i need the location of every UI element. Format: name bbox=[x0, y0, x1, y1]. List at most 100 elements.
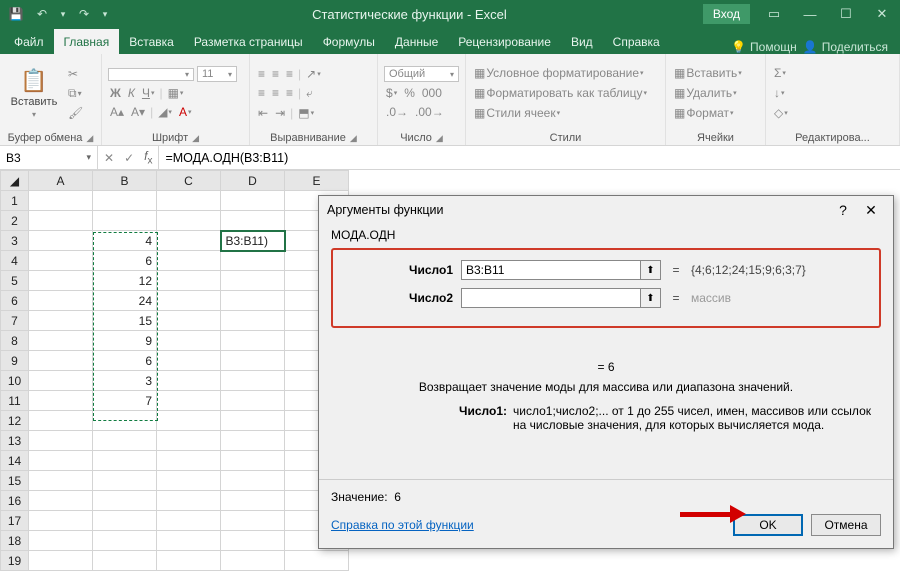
decrease-font-button[interactable]: A▾ bbox=[129, 104, 147, 120]
row-header[interactable]: 16 bbox=[1, 491, 29, 511]
orientation-button[interactable]: ↗▾ bbox=[304, 66, 323, 82]
name-box[interactable]: B3▾ bbox=[0, 146, 98, 169]
tab-formulas[interactable]: Формулы bbox=[313, 29, 385, 54]
arg2-input[interactable] bbox=[461, 288, 641, 308]
arg1-input[interactable] bbox=[461, 260, 641, 280]
cell[interactable]: 6 bbox=[93, 351, 157, 371]
col-header[interactable]: A bbox=[29, 171, 93, 191]
bold-button[interactable]: Ж bbox=[108, 85, 123, 101]
row-header[interactable]: 14 bbox=[1, 451, 29, 471]
chevron-down-icon[interactable]: ▾ bbox=[86, 152, 91, 163]
align-left-button[interactable]: ≡ bbox=[256, 85, 267, 101]
align-bottom-button[interactable]: ≡ bbox=[284, 66, 295, 82]
enter-formula-icon[interactable]: ✓ bbox=[124, 151, 134, 165]
dialog-help-button[interactable]: ? bbox=[829, 202, 857, 218]
number-launcher-icon[interactable]: ◢ bbox=[436, 133, 443, 144]
cell[interactable]: 4 bbox=[93, 231, 157, 251]
row-header[interactable]: 9 bbox=[1, 351, 29, 371]
autosum-button[interactable]: Σ▾ bbox=[772, 65, 790, 81]
fx-icon[interactable]: fx bbox=[144, 149, 152, 166]
comma-style-button[interactable]: 000 bbox=[420, 85, 444, 101]
cell[interactable]: 24 bbox=[93, 291, 157, 311]
font-color-button[interactable]: A▾ bbox=[177, 104, 194, 120]
select-all-corner[interactable]: ◢ bbox=[1, 171, 29, 191]
col-header[interactable]: D bbox=[221, 171, 285, 191]
decrease-indent-button[interactable]: ⇤ bbox=[256, 105, 270, 121]
tab-help[interactable]: Справка bbox=[603, 29, 670, 54]
row-header[interactable]: 11 bbox=[1, 391, 29, 411]
row-header[interactable]: 10 bbox=[1, 371, 29, 391]
row-header[interactable]: 18 bbox=[1, 531, 29, 551]
tab-data[interactable]: Данные bbox=[385, 29, 448, 54]
tab-review[interactable]: Рецензирование bbox=[448, 29, 561, 54]
paste-button[interactable]: 📋 Вставить ▾ bbox=[6, 68, 62, 119]
format-painter-button[interactable]: 🖌 bbox=[66, 105, 85, 121]
row-header[interactable]: 5 bbox=[1, 271, 29, 291]
cell[interactable]: 9 bbox=[93, 331, 157, 351]
close-button[interactable]: ✕ bbox=[864, 0, 900, 28]
row-header[interactable]: 19 bbox=[1, 551, 29, 571]
cut-button[interactable]: ✂ bbox=[66, 66, 85, 82]
save-icon[interactable]: 💾 bbox=[4, 2, 28, 26]
maximize-button[interactable]: ☐ bbox=[828, 0, 864, 28]
row-header[interactable]: 8 bbox=[1, 331, 29, 351]
font-size-combo[interactable]: 11▾ bbox=[197, 66, 237, 82]
active-cell[interactable]: B3:B11) bbox=[221, 231, 285, 251]
row-header[interactable]: 6 bbox=[1, 291, 29, 311]
minimize-button[interactable]: — bbox=[792, 0, 828, 28]
share-button[interactable]: 👤Поделиться bbox=[803, 40, 888, 54]
tab-file[interactable]: Файл bbox=[4, 29, 54, 54]
clipboard-launcher-icon[interactable]: ◢ bbox=[86, 133, 93, 144]
dialog-close-button[interactable]: ✕ bbox=[857, 202, 885, 219]
conditional-formatting-button[interactable]: ▦ Условное форматирование▾ bbox=[472, 65, 659, 81]
cancel-formula-icon[interactable]: ✕ bbox=[104, 151, 114, 165]
decrease-decimal-button[interactable]: .00→ bbox=[413, 104, 446, 120]
font-name-combo[interactable]: ▾ bbox=[108, 68, 194, 81]
function-help-link[interactable]: Справка по этой функции bbox=[331, 518, 474, 532]
row-header[interactable]: 7 bbox=[1, 311, 29, 331]
row-header[interactable]: 12 bbox=[1, 411, 29, 431]
qat-customize-icon[interactable]: ▾ bbox=[98, 2, 112, 26]
tab-page-layout[interactable]: Разметка страницы bbox=[184, 29, 313, 54]
redo-icon[interactable]: ↷ bbox=[72, 2, 96, 26]
col-header[interactable]: B bbox=[93, 171, 157, 191]
col-header[interactable]: E bbox=[285, 171, 349, 191]
cell[interactable]: 6 bbox=[93, 251, 157, 271]
increase-indent-button[interactable]: ⇥ bbox=[273, 105, 287, 121]
tab-home[interactable]: Главная bbox=[54, 29, 120, 54]
ribbon-options-icon[interactable]: ▭ bbox=[756, 0, 792, 28]
format-as-table-button[interactable]: ▦ Форматировать как таблицу▾ bbox=[472, 85, 659, 101]
align-middle-button[interactable]: ≡ bbox=[270, 66, 281, 82]
align-launcher-icon[interactable]: ◢ bbox=[350, 133, 357, 144]
align-right-button[interactable]: ≡ bbox=[284, 85, 295, 101]
clear-button[interactable]: ◇▾ bbox=[772, 105, 790, 121]
row-header[interactable]: 17 bbox=[1, 511, 29, 531]
row-header[interactable]: 15 bbox=[1, 471, 29, 491]
fill-button[interactable]: ↓▾ bbox=[772, 85, 790, 101]
fill-color-button[interactable]: ◢▾ bbox=[156, 104, 174, 120]
cell-styles-button[interactable]: ▦ Стили ячеек▾ bbox=[472, 105, 659, 121]
increase-font-button[interactable]: A▴ bbox=[108, 104, 126, 120]
borders-button[interactable]: ▦▾ bbox=[166, 85, 186, 101]
wrap-text-button[interactable]: ⤶ bbox=[304, 85, 315, 102]
row-header[interactable]: 13 bbox=[1, 431, 29, 451]
cancel-button[interactable]: Отмена bbox=[811, 514, 881, 536]
format-cells-button[interactable]: ▦ Формат▾ bbox=[672, 105, 759, 121]
row-header[interactable]: 3 bbox=[1, 231, 29, 251]
row-header[interactable]: 4 bbox=[1, 251, 29, 271]
arg2-range-picker-icon[interactable]: ⬆ bbox=[641, 288, 661, 308]
login-button[interactable]: Вход bbox=[703, 4, 750, 24]
align-center-button[interactable]: ≡ bbox=[270, 85, 281, 101]
cell[interactable]: 12 bbox=[93, 271, 157, 291]
undo-dropdown-icon[interactable]: ▾ bbox=[56, 2, 70, 26]
row-header[interactable]: 2 bbox=[1, 211, 29, 231]
accounting-format-button[interactable]: $▾ bbox=[384, 85, 399, 101]
tab-insert[interactable]: Вставка bbox=[119, 29, 184, 54]
tab-view[interactable]: Вид bbox=[561, 29, 603, 54]
percent-button[interactable]: % bbox=[402, 85, 417, 101]
merge-button[interactable]: ⬒▾ bbox=[296, 105, 316, 121]
ok-button[interactable]: OK bbox=[733, 514, 803, 536]
font-launcher-icon[interactable]: ◢ bbox=[192, 133, 199, 144]
undo-icon[interactable]: ↶ bbox=[30, 2, 54, 26]
arg1-range-picker-icon[interactable]: ⬆ bbox=[641, 260, 661, 280]
